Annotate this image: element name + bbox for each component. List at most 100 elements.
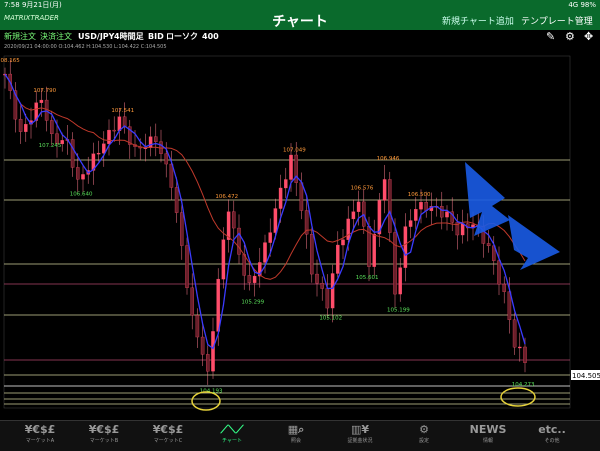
- candle-body: [107, 129, 111, 144]
- candle-body: [247, 275, 252, 283]
- nav-label: 情報: [482, 438, 493, 444]
- price-label: 106.946: [377, 156, 400, 162]
- candle-body: [502, 283, 506, 292]
- candle-body: [180, 212, 184, 246]
- candle-body: [315, 273, 319, 284]
- candle-body: [70, 139, 75, 168]
- nav-icon: ▥¥: [350, 423, 370, 436]
- pair-selector[interactable]: USD/JPY: [78, 30, 114, 44]
- nav-item-6[interactable]: ⚙ 設定: [394, 423, 454, 445]
- gear-icon[interactable]: ⚙: [565, 30, 575, 44]
- candle-body: [388, 179, 392, 233]
- candle-body: [440, 206, 444, 218]
- price-label: 106.500: [408, 192, 431, 198]
- candle-body: [284, 179, 288, 189]
- candle-body: [278, 187, 283, 209]
- status-bar: 7:58 9月21日(月) 4G 98%: [0, 0, 600, 10]
- candle-body: [221, 239, 226, 280]
- candle-body: [408, 220, 413, 227]
- candle-body: [289, 154, 293, 180]
- nav-item-7[interactable]: NEWS 情報: [458, 423, 518, 445]
- price-label: 105.199: [387, 308, 410, 314]
- nav-label: チャート: [222, 438, 242, 444]
- candle-body: [154, 136, 158, 142]
- candle-body: [252, 275, 257, 283]
- app-header: MATRIXTRADER チャート 新規チャート追加 テンプレート管理: [0, 10, 600, 30]
- candle-body: [398, 267, 402, 295]
- nav-icon: ¥€$£: [152, 423, 184, 436]
- candle-body: [372, 233, 376, 267]
- candle-body: [206, 354, 210, 372]
- nav-item-2[interactable]: ¥€$£ マーケットC: [138, 423, 198, 445]
- candle-body: [445, 211, 449, 218]
- template-manage-button[interactable]: テンプレート管理: [521, 14, 593, 27]
- candle-body: [122, 116, 127, 127]
- nav-item-0[interactable]: ¥€$£ マーケットA: [10, 423, 70, 445]
- new-order-button[interactable]: 新規注文: [4, 30, 36, 44]
- blue-arrow-2: [508, 215, 560, 270]
- nav-label: 証拠金状況: [347, 438, 373, 444]
- price-label: 105.299: [241, 300, 264, 306]
- price-label: 107.541: [111, 108, 134, 114]
- candle-body: [232, 211, 236, 229]
- candle-body: [174, 187, 179, 213]
- candle-body: [216, 278, 220, 332]
- candle-body: [81, 174, 85, 180]
- candle-body: [523, 346, 527, 363]
- candle-body: [325, 288, 330, 309]
- price-label: 105.601: [356, 275, 379, 281]
- nav-item-3[interactable]: ⟋⟍⟋ チャート: [202, 423, 262, 445]
- price-label: 107.245: [39, 143, 62, 149]
- price-label: 105.102: [319, 315, 342, 321]
- candle-body: [512, 319, 517, 348]
- candle-body: [268, 232, 272, 243]
- candle-body: [18, 118, 23, 132]
- candle-body: [76, 167, 80, 180]
- pencil-icon[interactable]: ✎: [546, 30, 555, 44]
- candle-body: [263, 242, 267, 263]
- status-right: 4G 98%: [568, 1, 596, 9]
- bid-selector[interactable]: BID: [148, 30, 164, 44]
- candle-body: [112, 129, 116, 132]
- settle-order-button[interactable]: 決済注文: [40, 30, 72, 44]
- candle-body: [336, 244, 340, 274]
- candle-body: [351, 211, 356, 220]
- candle-body: [200, 336, 205, 355]
- candle-body: [403, 226, 408, 268]
- candle-body: [486, 243, 491, 247]
- chart-toolbar: 新規注文 決済注文 USD/JPY 4時間足 BID ローソク 400 ✎ ⚙ …: [0, 30, 600, 44]
- candle-body: [164, 153, 168, 165]
- timeframe-selector[interactable]: 4時間足: [114, 30, 144, 44]
- low-circle-1: [191, 391, 221, 411]
- bottom-nav: ¥€$£ マーケットA ¥€$£ マーケットB ¥€$£ マーケットC ⟋⟍⟋ チャート ▦⌕ 照…: [0, 420, 600, 451]
- candle-body: [460, 223, 465, 236]
- low-circle-2: [500, 387, 536, 407]
- nav-icon: ⟋⟍⟋: [220, 423, 244, 436]
- nav-icon: NEWS: [469, 423, 507, 436]
- nav-item-4[interactable]: ▦⌕ 照会: [266, 423, 326, 445]
- nav-item-8[interactable]: etc.. その他: [522, 423, 582, 445]
- nav-label: マーケットC: [153, 438, 183, 444]
- candle-body: [356, 201, 361, 212]
- expand-icon[interactable]: ✥: [584, 30, 593, 44]
- status-time: 7:58 9月21日(月): [4, 1, 62, 9]
- candle-body: [273, 208, 278, 233]
- candle-body: [382, 179, 387, 201]
- chart-type-selector[interactable]: ローソク: [166, 30, 198, 44]
- price-label: 104.273: [512, 382, 535, 388]
- candle-body: [341, 239, 345, 246]
- price-chart[interactable]: 108.165 107.790 107.541 107.245 107.049 106.9…: [0, 50, 600, 418]
- candle-body: [96, 152, 101, 155]
- candle-body: [237, 227, 241, 255]
- candle-body: [310, 234, 314, 275]
- price-label: 107.790: [33, 88, 56, 94]
- price-label: 106.472: [215, 194, 238, 200]
- nav-item-5[interactable]: ▥¥ 証拠金状況: [330, 423, 390, 445]
- bar-count-selector[interactable]: 400: [202, 30, 219, 44]
- nav-item-1[interactable]: ¥€$£ マーケットB: [74, 423, 134, 445]
- candle-body: [148, 136, 153, 148]
- candle-body: [518, 346, 522, 349]
- price-labels: 108.165 107.790 107.541 107.245 107.049 106.9…: [0, 58, 535, 395]
- price-label: 108.165: [0, 58, 20, 64]
- new-chart-button[interactable]: 新規チャート追加: [442, 14, 514, 27]
